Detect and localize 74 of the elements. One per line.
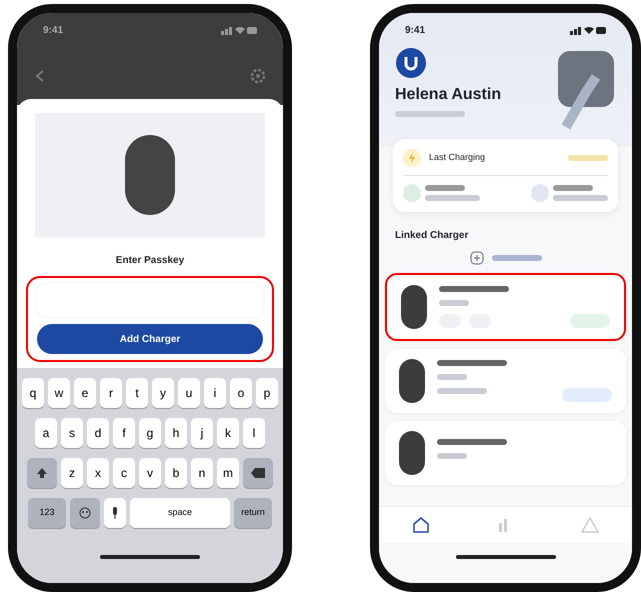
keyboard-key[interactable]: a [35,418,57,448]
settings-icon[interactable] [249,67,267,85]
blurred-text [492,255,542,261]
keyboard-key[interactable]: w [48,378,70,408]
blurred-text [437,453,467,459]
section-title: Linked Charger [394,229,470,243]
keyboard-key[interactable]: m [217,458,239,488]
keyboard-key[interactable]: y [152,378,174,408]
keyboard-key[interactable]: v [139,458,161,488]
keyboard-key[interactable]: h [165,418,187,448]
blurred-text [425,185,465,191]
keyboard-key[interactable]: z [61,458,83,488]
keyboard-key[interactable]: b [165,458,187,488]
charger-card[interactable] [385,349,626,413]
blurred-text [437,360,507,366]
card-title: Last Charging [429,151,486,164]
delete-key[interactable] [243,458,273,488]
space-key[interactable]: space [130,498,230,528]
stat-icon [531,184,549,202]
blurred-text [568,155,608,161]
add-icon[interactable] [470,251,484,265]
delete-icon [251,468,265,478]
charger-device-drawing [401,285,427,329]
keyboard-key[interactable]: q [22,378,44,408]
keyboard-key[interactable]: i [204,378,226,408]
status-time: 9:41 [43,24,64,38]
shift-key[interactable] [27,458,57,488]
home-tab-icon[interactable] [411,515,432,535]
charger-card[interactable] [385,421,626,485]
keyboard-key[interactable]: r [100,378,122,408]
smiley-icon [79,507,91,519]
blurred-text [439,300,469,306]
keyboard-key[interactable]: s [61,418,83,448]
microphone-icon [111,507,119,519]
sheet-title: Enter Passkey [116,254,184,268]
keyboard-key[interactable]: j [191,418,213,448]
charger-device-drawing [399,359,425,403]
status-icons [570,25,606,35]
keyboard-key[interactable]: x [87,458,109,488]
stat-icon [403,184,421,202]
add-charger-button[interactable]: Add Charger [37,324,263,354]
blurred-text [553,195,608,201]
keyboard-key[interactable]: c [113,458,135,488]
blurred-text [437,439,507,445]
emoji-key[interactable] [70,498,100,528]
keyboard-key[interactable]: g [139,418,161,448]
bolt-icon [403,149,421,167]
blurred-text [437,388,487,394]
status-time: 9:41 [405,24,426,38]
blurred-text [553,185,593,191]
charger-device-drawing [399,431,425,475]
status-pill [562,388,612,402]
keyboard-key[interactable]: f [113,418,135,448]
blurred-text [437,374,467,380]
shift-icon [36,467,48,479]
mic-key[interactable] [104,498,126,528]
keyboard-key[interactable]: n [191,458,213,488]
user-name: Helena Austin [395,85,502,105]
keyboard-key[interactable]: k [217,418,239,448]
keyboard-key[interactable]: return [234,498,272,528]
status-icons [221,25,257,35]
status-pill [570,314,610,328]
keyboard-key[interactable]: l [243,418,265,448]
blurred-text [395,111,465,117]
keyboard-key[interactable]: t [126,378,148,408]
keyboard-key[interactable]: p [256,378,278,408]
keyboard-key[interactable]: 123 [28,498,66,528]
keyboard-key[interactable]: e [74,378,96,408]
avatar-logo-icon [395,47,427,79]
keyboard-key[interactable]: o [230,378,252,408]
keyboard-key[interactable]: d [87,418,109,448]
keyboard-key[interactable]: u [178,378,200,408]
blurred-text [425,195,480,201]
blurred-text [439,286,509,292]
